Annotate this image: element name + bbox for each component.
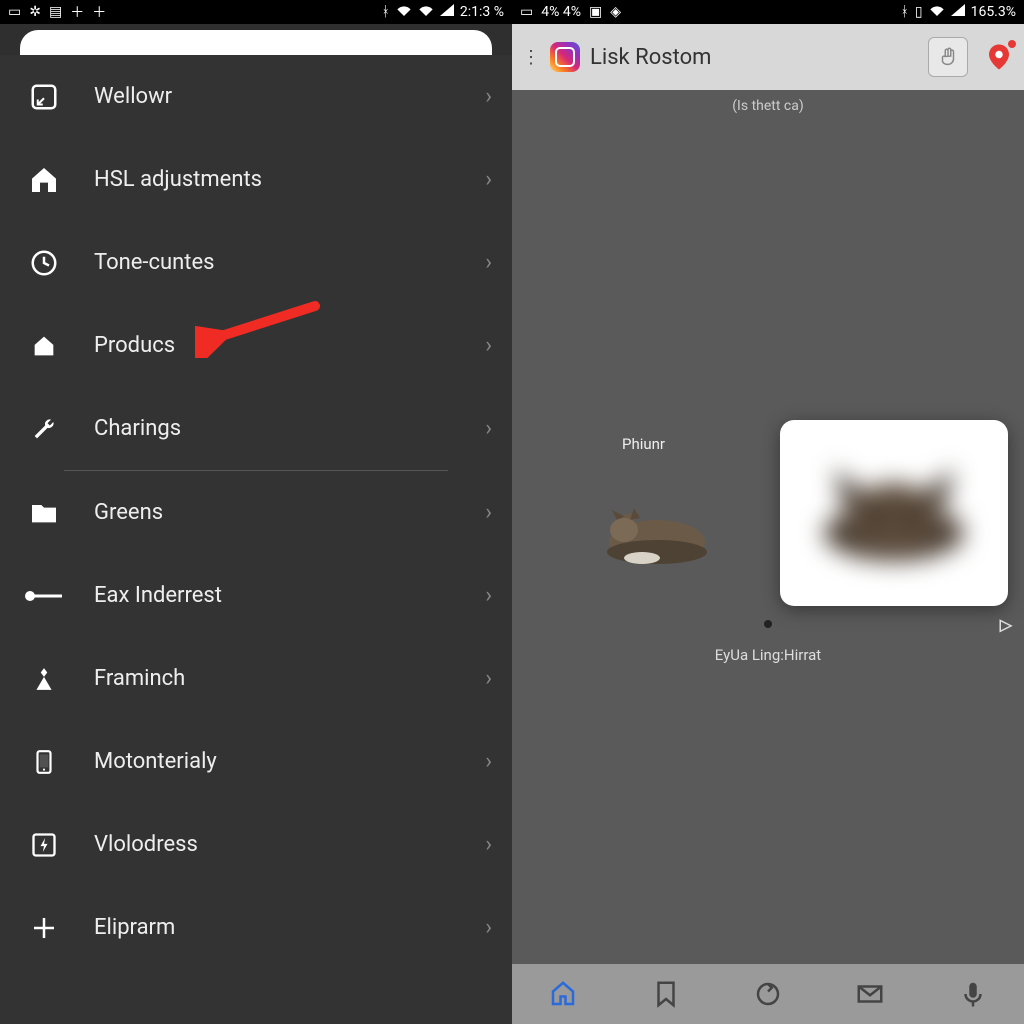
frame-icon — [22, 75, 66, 119]
chevron-right-icon: › — [485, 832, 492, 857]
nav-refresh-button[interactable] — [748, 974, 788, 1014]
pin-badge — [1006, 38, 1018, 50]
menu-label: Eliprarm — [94, 915, 485, 940]
battery-percent: 165.3% — [971, 4, 1016, 20]
instagram-icon[interactable] — [550, 42, 580, 72]
chevron-right-icon: › — [485, 583, 492, 608]
status-bar-right: ▭ 4% 4% ▣ ◈ ᚼ ▯ 165.3% — [512, 0, 1024, 24]
location-pin-button[interactable] — [984, 42, 1014, 72]
status-right-cluster: ᚼ 2:1:3 % — [381, 4, 504, 20]
small-caption: Phiunr — [622, 435, 665, 453]
wifi-icon — [396, 4, 412, 20]
chevron-right-icon: › — [485, 333, 492, 358]
menu-item-charings[interactable]: Charings › — [0, 387, 512, 470]
nav-home-button[interactable] — [543, 974, 583, 1014]
status-bar-left: ▭ ✲ ▤ ＋ ＋ ᚼ 2:1:3 % — [0, 0, 512, 24]
plus-icon: ＋ — [70, 2, 84, 22]
status-left-icons: ▭ 4% 4% ▣ ◈ — [520, 4, 621, 20]
menu-label: Vlolodress — [94, 832, 485, 857]
menu-item-vlolo[interactable]: Vlolodress › — [0, 803, 512, 886]
menu-item-tone[interactable]: Tone-cuntes › — [0, 221, 512, 304]
id-icon: ▤ — [49, 4, 62, 20]
gear-small-icon: ✲ — [29, 4, 41, 20]
subtitle-text: (Is thett ca) — [512, 98, 1024, 114]
preview-card[interactable] — [780, 420, 1008, 606]
nav-bookmark-button[interactable] — [646, 974, 686, 1014]
dress-icon — [22, 657, 66, 701]
menu-item-hsl[interactable]: HSL adjustments › — [0, 138, 512, 221]
menu-label: Motonterialy — [94, 749, 485, 774]
right-screenshot: ▭ 4% 4% ▣ ◈ ᚼ ▯ 165.3% ⋮ Lisk Rostom — [512, 0, 1024, 1024]
menu-item-wellowr[interactable]: Wellowr › — [0, 55, 512, 138]
house-icon — [22, 324, 66, 368]
search-bar-peek — [20, 30, 492, 58]
menu-label: Tone-cuntes — [94, 250, 485, 275]
blurred-cat-image — [814, 458, 974, 568]
status-left-icons: ▭ ✲ ▤ ＋ ＋ — [8, 2, 106, 22]
chevron-right-icon: › — [485, 666, 492, 691]
phone-icon — [22, 740, 66, 784]
net-text: 4% 4% — [541, 4, 581, 20]
chevron-right-icon: › — [485, 500, 492, 525]
plus-icon-2: ＋ — [92, 2, 106, 22]
pager-dot-active — [764, 620, 772, 628]
chevron-right-icon: › — [485, 416, 492, 441]
caption-text: EyUa Ling:Hirrat — [512, 646, 1024, 664]
chevron-right-icon: › — [485, 167, 492, 192]
plus-icon — [22, 906, 66, 950]
content-area: (Is thett ca) Phiunr — [512, 90, 1024, 964]
menu-label: HSL adjustments — [94, 167, 485, 192]
bolt-box-icon — [22, 823, 66, 867]
folder-icon — [22, 491, 66, 535]
chevron-right-icon: › — [485, 250, 492, 275]
wrench-icon — [22, 407, 66, 451]
chevron-right-icon: › — [485, 84, 492, 109]
menu-label: Producs — [94, 333, 485, 358]
pager: ▷ — [512, 620, 1024, 628]
pager-next-button[interactable]: ▷ — [1000, 615, 1012, 634]
menu-item-moton[interactable]: Motonterialy › — [0, 720, 512, 803]
bluetooth-icon: ᚼ — [900, 4, 908, 20]
menu-item-framinch[interactable]: Framinch › — [0, 637, 512, 720]
app-header: ⋮ Lisk Rostom — [512, 24, 1024, 90]
bottom-nav — [512, 964, 1024, 1024]
left-screenshot: ▭ ✲ ▤ ＋ ＋ ᚼ 2:1:3 % Wellowr — [0, 0, 512, 1024]
nav-mail-button[interactable] — [850, 974, 890, 1014]
chevron-right-icon: › — [485, 749, 492, 774]
menu-item-greens[interactable]: Greens › — [0, 471, 512, 554]
hand-button[interactable] — [928, 37, 968, 77]
navigation-drawer: Wellowr › HSL adjustments › Tone-cuntes … — [0, 55, 512, 1024]
diamond-icon: ◈ — [610, 4, 621, 20]
wifi-icon — [929, 4, 945, 20]
menu-label: Charings — [94, 416, 485, 441]
save-icon: ▭ — [8, 4, 21, 20]
signal-icon — [440, 4, 454, 20]
battery-square-icon: ▣ — [589, 4, 602, 20]
battery-percent: 2:1:3 % — [460, 4, 504, 20]
menu-label: Wellowr — [94, 84, 485, 109]
menu-label: Eax Inderrest — [94, 583, 485, 608]
menu-item-producs[interactable]: Producs › — [0, 304, 512, 387]
bluetooth-icon: ᚼ — [381, 4, 389, 20]
clock-icon — [22, 241, 66, 285]
menu-item-eliprarm[interactable]: Eliprarm › — [0, 886, 512, 969]
vibrate-icon: ▯ — [915, 4, 923, 20]
app-title: Lisk Rostom — [590, 45, 711, 70]
status-right-cluster: ᚼ ▯ 165.3% — [900, 4, 1016, 20]
nav-mic-button[interactable] — [953, 974, 993, 1014]
wifi-icon-2 — [418, 4, 434, 20]
menu-label: Framinch — [94, 666, 485, 691]
slider-icon — [22, 574, 66, 618]
home-icon — [22, 158, 66, 202]
menu-label: Greens — [94, 500, 485, 525]
save-icon: ▭ — [520, 4, 533, 20]
signal-icon — [951, 4, 965, 20]
menu-item-eax[interactable]: Eax Inderrest › — [0, 554, 512, 637]
cat-small-image — [572, 480, 712, 570]
menu-dots-icon[interactable]: ⋮ — [522, 47, 540, 68]
chevron-right-icon: › — [485, 915, 492, 940]
